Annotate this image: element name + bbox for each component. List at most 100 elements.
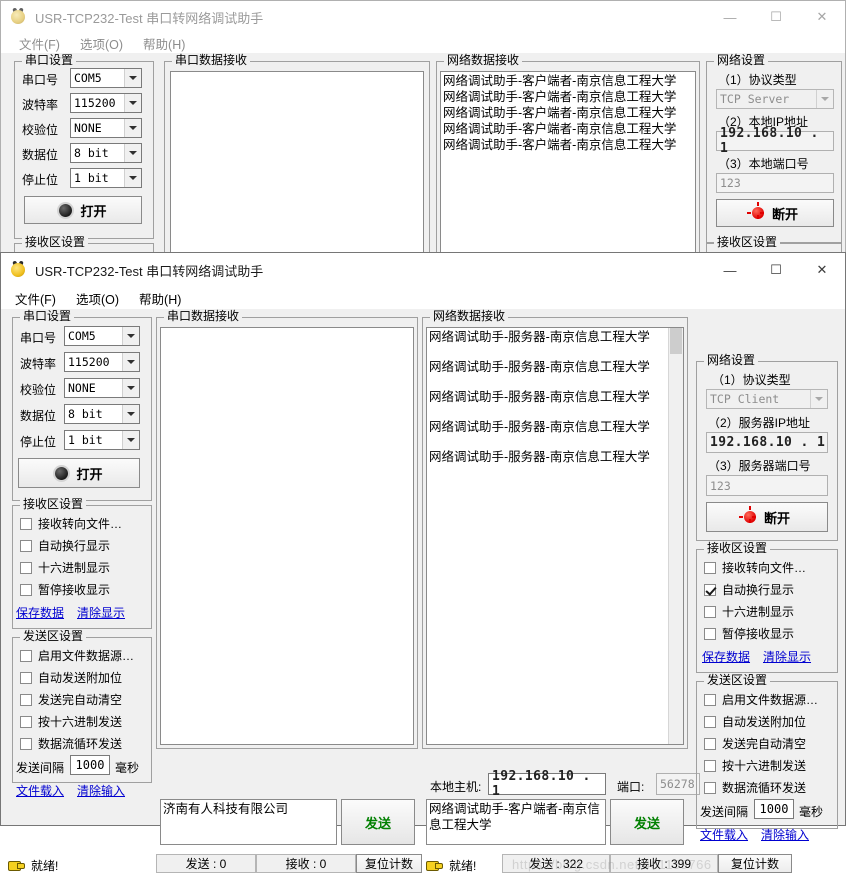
parity-combo[interactable]: NONE [64,378,140,398]
right-check-clear-after-send[interactable]: 发送完自动清空 [704,735,806,752]
chevron-down-icon[interactable] [124,144,141,162]
maximize-icon[interactable]: ☐ [753,253,799,287]
menu-file[interactable]: 文件(F) [9,32,70,55]
menu-options[interactable]: 选项(O) [66,287,129,310]
background-window-titlebar[interactable]: USR-TCP232-Test 串口转网络调试助手 — ☐ ✕ [1,1,845,33]
right-check-auto-append[interactable]: 自动发送附加位 [704,713,806,730]
left-check-loop-send[interactable]: 数据流循环发送 [20,735,122,752]
foreground-window-titlebar[interactable]: USR-TCP232-Test 串口转网络调试助手 — ☐ ✕ [1,253,845,287]
minimize-icon[interactable]: — [707,1,753,33]
chevron-down-icon[interactable] [124,94,141,112]
chevron-down-icon[interactable] [810,390,827,408]
bg-protocol-combo[interactable]: TCP Server [716,89,834,109]
left-check-auto-append[interactable]: 自动发送附加位 [20,669,122,686]
right-check-auto-wrap[interactable]: 自动换行显示 [704,581,794,598]
maximize-icon[interactable]: ☐ [753,1,799,33]
bg-serial-recv-panel[interactable] [170,71,424,277]
checkbox-icon[interactable] [704,759,716,772]
open-serial-button[interactable]: 打开 [18,458,140,488]
bg-open-serial-button[interactable]: 打开 [24,196,142,224]
left-reset-counter-button[interactable]: 复位计数 [356,854,422,873]
serial-send-input[interactable]: 济南有人科技有限公司 [160,799,337,845]
left-clear-display-link[interactable]: 清除显示 [77,604,125,621]
serial-port-combo[interactable]: COM5 [64,326,140,346]
net-recv-panel[interactable]: 网络调试助手-服务器-南京信息工程大学 网络调试助手-服务器-南京信息工程大学 … [426,327,684,745]
bg-net-recv-panel[interactable]: 网络调试助手-客户端者-南京信息工程大学 网络调试助手-客户端者-南京信息工程大… [440,71,696,277]
checkbox-icon[interactable] [704,583,716,596]
net-send-input[interactable]: 网络调试助手-客户端者-南京信息工程大学 [426,799,606,845]
server-port-field[interactable]: 123 [706,475,828,496]
bg-disconnect-button[interactable]: 断开 [716,199,834,227]
checkbox-icon[interactable] [704,737,716,750]
net-send-button[interactable]: 发送 [610,799,684,845]
checkbox-icon[interactable] [20,737,32,750]
bg-stopbits-combo[interactable]: 1 bit [70,168,142,188]
baud-combo[interactable]: 115200 [64,352,140,372]
net-recv-scrollbar[interactable] [668,328,683,744]
databits-combo[interactable]: 8 bit [64,404,140,424]
right-interval-input[interactable]: 1000 [754,799,794,819]
left-check-pause-recv[interactable]: 暂停接收显示 [20,581,110,598]
left-check-hex-send[interactable]: 按十六进制发送 [20,713,122,730]
minimize-icon[interactable]: — [707,253,753,287]
chevron-down-icon[interactable] [124,69,141,87]
left-check-file-source[interactable]: 启用文件数据源… [20,647,134,664]
checkbox-icon[interactable] [20,693,32,706]
close-icon[interactable]: ✕ [799,1,845,33]
right-reset-counter-button[interactable]: 复位计数 [718,854,792,873]
right-clear-display-link[interactable]: 清除显示 [763,648,811,665]
right-load-file-link[interactable]: 文件载入 [700,826,748,843]
left-save-data-link[interactable]: 保存数据 [16,604,64,621]
checkbox-icon[interactable] [704,561,716,574]
checkbox-icon[interactable] [704,605,716,618]
right-save-data-link[interactable]: 保存数据 [702,648,750,665]
menu-help[interactable]: 帮助(H) [129,287,191,310]
bg-local-port-field[interactable]: 123 [716,173,834,193]
checkbox-icon[interactable] [20,583,32,596]
right-check-loop-send[interactable]: 数据流循环发送 [704,779,806,796]
checkbox-icon[interactable] [20,671,32,684]
bg-parity-combo[interactable]: NONE [70,118,142,138]
chevron-down-icon[interactable] [122,431,139,449]
bg-local-ip-field[interactable]: 192.168.10 . 1 [716,126,834,156]
disconnect-button[interactable]: 断开 [706,502,828,532]
left-clear-input-link[interactable]: 清除输入 [77,782,125,799]
chevron-down-icon[interactable] [122,353,139,371]
bg-serial-port-combo[interactable]: COM5 [70,68,142,88]
foreground-window[interactable]: USR-TCP232-Test 串口转网络调试助手 — ☐ ✕ 文件(F) 选项… [0,252,846,873]
right-check-recv-to-file[interactable]: 接收转向文件… [704,559,806,576]
right-check-hex-send[interactable]: 按十六进制发送 [704,757,806,774]
checkbox-icon[interactable] [20,539,32,552]
left-check-auto-wrap[interactable]: 自动换行显示 [20,537,110,554]
checkbox-icon[interactable] [20,649,32,662]
menu-options[interactable]: 选项(O) [70,32,133,55]
checkbox-icon[interactable] [704,693,716,706]
right-clear-input-link[interactable]: 清除输入 [761,826,809,843]
left-check-recv-to-file[interactable]: 接收转向文件… [20,515,122,532]
right-check-pause-recv[interactable]: 暂停接收显示 [704,625,794,642]
checkbox-icon[interactable] [20,715,32,728]
protocol-combo[interactable]: TCP Client [706,389,828,409]
background-window-menubar[interactable]: 文件(F) 选项(O) 帮助(H) [1,33,845,53]
left-check-hex-display[interactable]: 十六进制显示 [20,559,110,576]
chevron-down-icon[interactable] [124,119,141,137]
checkbox-icon[interactable] [704,627,716,640]
left-interval-input[interactable]: 1000 [70,755,110,775]
chevron-down-icon[interactable] [122,405,139,423]
close-icon[interactable]: ✕ [799,253,845,287]
foreground-window-menubar[interactable]: 文件(F) 选项(O) 帮助(H) [1,287,845,309]
menu-file[interactable]: 文件(F) [5,287,66,310]
right-check-file-source[interactable]: 启用文件数据源… [704,691,818,708]
checkbox-icon[interactable] [704,715,716,728]
bg-databits-combo[interactable]: 8 bit [70,143,142,163]
checkbox-icon[interactable] [20,517,32,530]
chevron-down-icon[interactable] [124,169,141,187]
checkbox-icon[interactable] [704,781,716,794]
left-check-clear-after-send[interactable]: 发送完自动清空 [20,691,122,708]
chevron-down-icon[interactable] [122,379,139,397]
left-load-file-link[interactable]: 文件载入 [16,782,64,799]
serial-send-button[interactable]: 发送 [341,799,415,845]
background-window[interactable]: USR-TCP232-Test 串口转网络调试助手 — ☐ ✕ 文件(F) 选项… [0,0,846,283]
menu-help[interactable]: 帮助(H) [133,32,195,55]
server-ip-field[interactable]: 192.168.10 . 1 [706,432,828,453]
